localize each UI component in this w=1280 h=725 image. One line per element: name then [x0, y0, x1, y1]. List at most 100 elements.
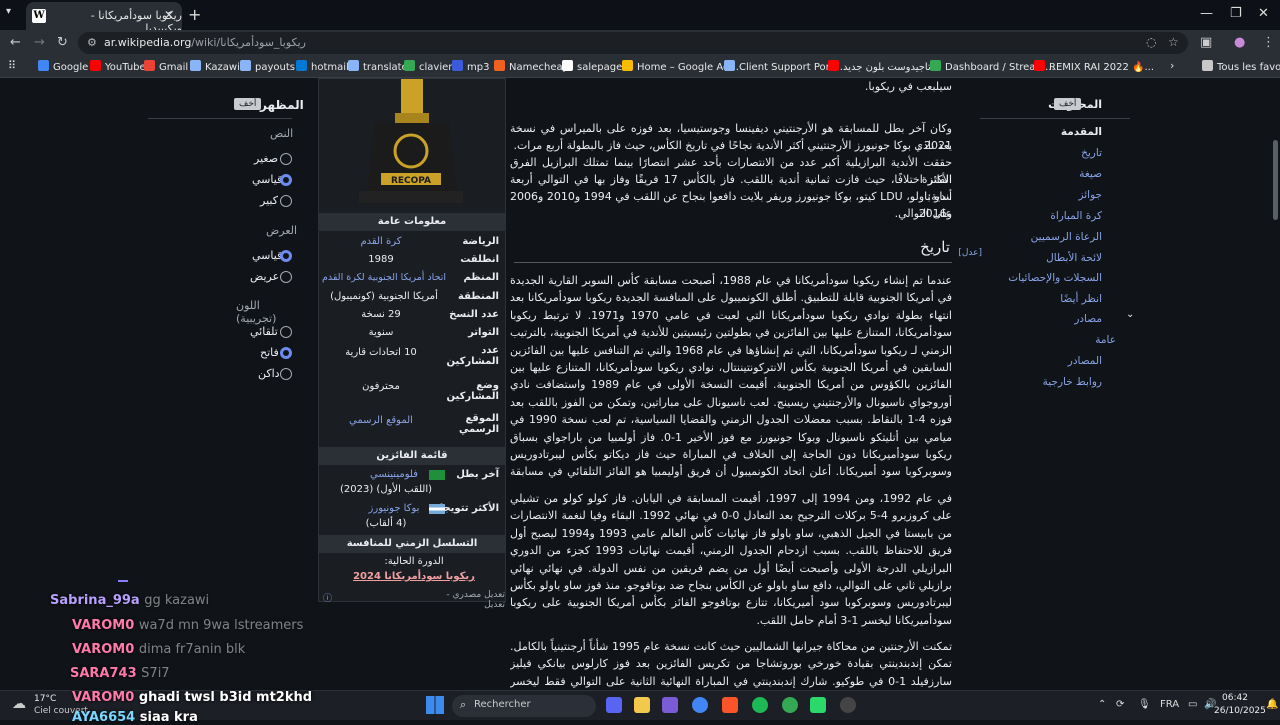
- language-indicator[interactable]: FRA: [1160, 699, 1179, 710]
- tray-app-icon[interactable]: ⟳: [1116, 699, 1124, 710]
- file-explorer-icon[interactable]: [634, 697, 650, 713]
- toc-item[interactable]: مصادر: [1074, 313, 1102, 325]
- width-option-standard-radio[interactable]: [280, 250, 292, 262]
- last-winner-link[interactable]: فلومينينسي: [359, 469, 429, 480]
- color-option-auto-label: تلقائي: [250, 325, 278, 338]
- profile-avatar[interactable]: ●: [1234, 35, 1245, 50]
- text-option-standard-radio[interactable]: [280, 174, 292, 186]
- bookmark-item[interactable]: mp3: [452, 60, 489, 73]
- menu-icon[interactable]: ⋮: [1262, 35, 1275, 50]
- toc-item[interactable]: جوائز: [1078, 189, 1102, 201]
- toc-item[interactable]: صيغة: [1079, 168, 1102, 180]
- microphone-icon[interactable]: 🎙: [1138, 699, 1151, 710]
- browser-tab-active[interactable]: W ريكوبا سودأمريكانا - ويكيبيديا ✕: [26, 2, 182, 35]
- bookmark-star-icon[interactable]: ☆: [1168, 35, 1179, 49]
- notification-icon[interactable]: 🔔: [1266, 699, 1278, 710]
- text-option-large-radio[interactable]: [280, 195, 292, 207]
- toc-hide-button[interactable]: أخف: [1054, 98, 1082, 110]
- infobox-value-link[interactable]: الموقع الرسمي: [321, 415, 441, 426]
- bookmark-label: mp3: [467, 62, 490, 73]
- toc-item[interactable]: انظر أيضًا: [1060, 293, 1102, 305]
- trophy-image[interactable]: RECOPA: [345, 79, 477, 207]
- clock-date[interactable]: 26/10/2025: [1214, 706, 1266, 716]
- infobox-edit-links[interactable]: تعديل مصدري - تعديل: [429, 590, 505, 610]
- network-icon[interactable]: ▭: [1188, 699, 1197, 710]
- minimize-icon[interactable]: —: [1200, 6, 1213, 21]
- bookmark-item[interactable]: salepage1: [562, 60, 629, 73]
- bookmark-favicon-icon: [296, 60, 307, 71]
- bookmark-item[interactable]: clavier: [404, 60, 452, 73]
- tray-chevron-icon[interactable]: ⌃: [1098, 699, 1106, 710]
- toc-item[interactable]: روابط خارجية: [1043, 376, 1102, 388]
- edit-section-link[interactable]: [عدل]: [958, 248, 982, 258]
- discord-icon[interactable]: [606, 697, 622, 713]
- forward-icon[interactable]: →: [34, 35, 45, 50]
- chevron-down-icon[interactable]: ⌄: [1126, 309, 1134, 320]
- taskbar-search[interactable]: ⌕ Rechercher: [452, 695, 596, 717]
- toc-item[interactable]: المصادر: [1068, 355, 1102, 367]
- scrollbar-thumb[interactable]: [1273, 140, 1278, 220]
- toc-item[interactable]: لائحة الأبطال: [1046, 252, 1102, 264]
- scrollbar-track[interactable]: [1271, 78, 1280, 690]
- bookmark-label: تاجيدوست بلون جديد...: [843, 62, 940, 73]
- bookmark-item[interactable]: payouts: [240, 60, 295, 73]
- all-bookmarks-folder[interactable]: Tous les favoris: [1202, 60, 1280, 73]
- toc-item[interactable]: الرعاة الرسميين: [1031, 231, 1102, 243]
- bookmark-item[interactable]: Namecheap: [494, 60, 569, 73]
- tab-close-icon[interactable]: ✕: [164, 8, 174, 22]
- color-option-dark-label: داكن: [258, 367, 280, 380]
- address-bar[interactable]: ⚙ ar.wikipedia.org/wiki/ريكوبا_سودأمريكا…: [78, 32, 1188, 54]
- bookmark-item[interactable]: تاجيدوست بلون جديد...: [828, 60, 940, 73]
- text-option-small-radio[interactable]: [280, 153, 292, 165]
- bookmark-item[interactable]: Google: [38, 60, 88, 73]
- infobox-value-link[interactable]: اتحاد أمريكا الجنوبية لكرة القدم: [319, 272, 449, 283]
- bookmark-item[interactable]: hotmail: [296, 60, 349, 73]
- color-option-light-radio[interactable]: [280, 347, 292, 359]
- toc-item[interactable]: تاريخ: [1081, 147, 1102, 159]
- bookmark-item[interactable]: Gmail: [144, 60, 188, 73]
- toc-item[interactable]: المقدمة: [1061, 126, 1102, 138]
- appearance-hide-button[interactable]: أخف: [234, 98, 262, 110]
- tab-search-icon[interactable]: ▾: [6, 6, 11, 17]
- reload-icon[interactable]: ↻: [57, 35, 68, 50]
- hide-eye-icon[interactable]: ◌: [1146, 35, 1156, 49]
- extensions-icon[interactable]: ▣: [1200, 35, 1212, 50]
- media-app-icon[interactable]: [810, 697, 826, 713]
- color-option-auto-radio[interactable]: [280, 326, 292, 338]
- chevron-right-icon[interactable]: ›: [1170, 59, 1174, 72]
- toc-item[interactable]: السجلات والإحصائيات: [1008, 272, 1102, 284]
- apps-grid-icon[interactable]: ⠿: [8, 59, 16, 72]
- bookmark-item[interactable]: Home – Google Ad...: [622, 60, 739, 73]
- bookmark-item[interactable]: YouTube: [90, 60, 146, 73]
- toc-subitem[interactable]: عامة: [1095, 334, 1116, 346]
- current-edition-link[interactable]: ريكوبا سودأمريكانا 2024: [349, 571, 479, 582]
- color-option-dark-radio[interactable]: [280, 368, 292, 380]
- chrome-icon[interactable]: [692, 697, 708, 713]
- navigation-bar: ← → ↻ ⚙ ar.wikipedia.org/wiki/ريكوبا_سود…: [0, 30, 1280, 56]
- url-text[interactable]: ar.wikipedia.org/wiki/ريكوبا_سودأمريكانا: [104, 36, 306, 49]
- info-icon[interactable]: ⓘ: [323, 591, 332, 604]
- timeline-header: التسلسل الزمني للمنافسة: [319, 535, 505, 553]
- chrome-profile-icon[interactable]: [782, 697, 798, 713]
- maximize-icon[interactable]: ❐: [1230, 6, 1242, 21]
- app-icon[interactable]: [662, 697, 678, 713]
- bookmark-item[interactable]: REMIX RAI 2022 🔥...: [1034, 60, 1154, 73]
- toc-item[interactable]: كرة المباراة: [1050, 210, 1102, 222]
- back-icon[interactable]: ←: [10, 35, 21, 50]
- infobox-value-link[interactable]: كرة القدم: [321, 236, 441, 247]
- close-window-icon[interactable]: ✕: [1258, 6, 1269, 21]
- new-tab-icon[interactable]: +: [188, 5, 201, 24]
- bookmark-item[interactable]: translate: [348, 60, 408, 73]
- weather-icon[interactable]: ☁: [12, 696, 26, 712]
- bookmark-label: translate: [363, 62, 408, 73]
- site-info-icon[interactable]: ⚙: [87, 36, 97, 49]
- app-icon[interactable]: [840, 697, 856, 713]
- bookmark-item[interactable]: Kazawi: [190, 60, 240, 73]
- width-option-wide-radio[interactable]: [280, 271, 292, 283]
- bookmark-label: Namecheap: [509, 62, 569, 73]
- most-wins-link[interactable]: بوكا جونيورز: [359, 503, 429, 514]
- brave-icon[interactable]: [722, 697, 738, 713]
- clock-time[interactable]: 06:42: [1222, 693, 1248, 703]
- spotify-icon[interactable]: [752, 697, 768, 713]
- windows-start-icon[interactable]: [426, 696, 444, 714]
